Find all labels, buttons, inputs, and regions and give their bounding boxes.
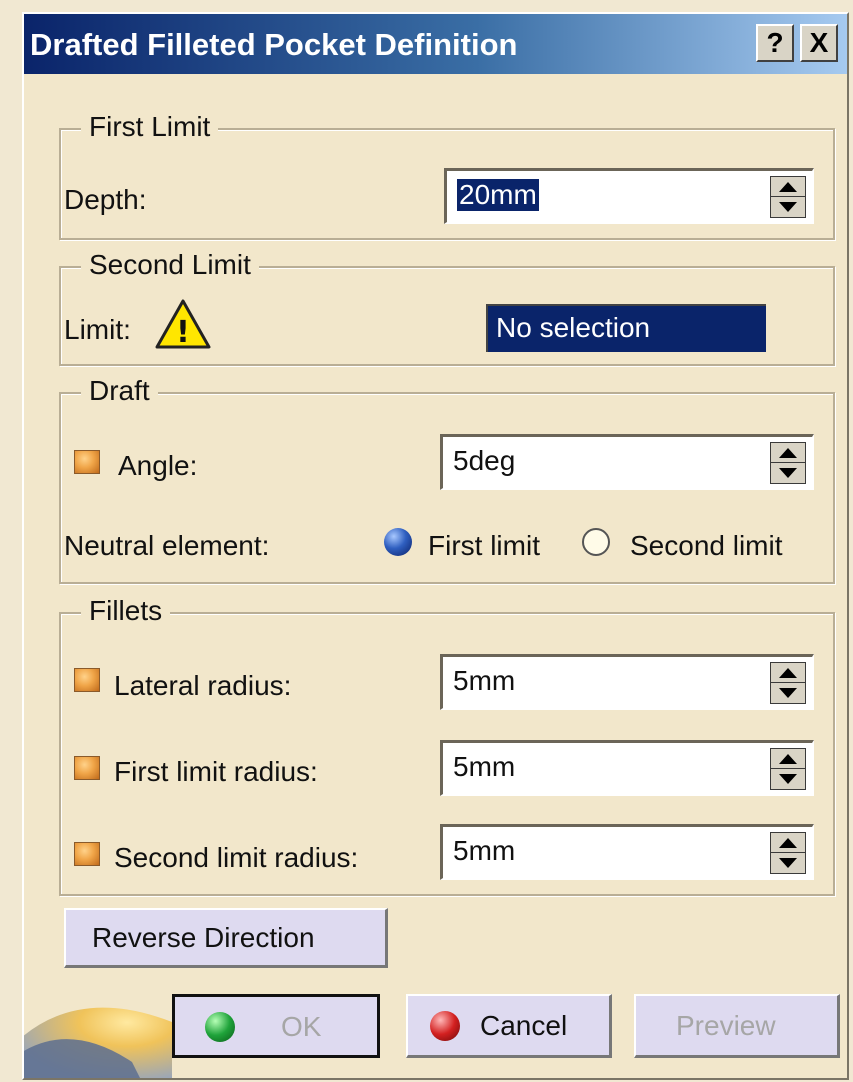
depth-spinner[interactable] [770,176,806,218]
lateral-radius-checkbox-icon[interactable] [74,668,100,692]
first-limit-legend: First Limit [81,110,219,144]
second-limit-radius-label: Second limit radius: [114,842,359,873]
draft-legend: Draft [81,374,158,408]
depth-value: 20mm [457,179,539,211]
spin-down-icon[interactable] [771,197,805,217]
first-limit-radius-label: First limit radius: [114,756,318,787]
limit-label: Limit: [64,314,131,345]
angle-field[interactable]: 5deg [440,434,814,490]
close-button[interactable]: X [800,24,838,62]
second-limit-radius-checkbox-icon[interactable] [74,842,100,866]
cancel-label: Cancel [480,1010,568,1041]
second-limit-radius-field[interactable]: 5mm [440,824,814,880]
angle-spinner[interactable] [770,442,806,484]
catia-logo-icon [24,1007,172,1078]
ok-label: OK [281,1011,322,1042]
green-ball-icon [205,1012,235,1042]
pocket-definition-dialog: Drafted Filleted Pocket Definition ? X F… [22,12,849,1080]
spin-up-icon[interactable] [771,749,805,769]
second-limit-legend: Second Limit [81,248,259,282]
dialog-title: Drafted Filleted Pocket Definition [30,27,518,62]
first-limit-radius-value: 5mm [453,751,516,782]
spin-down-icon[interactable] [771,463,805,483]
reverse-direction-label: Reverse Direction [92,922,315,953]
second-limit-radius-value: 5mm [453,835,516,866]
red-ball-icon [430,1011,460,1041]
limit-selection-value: No selection [496,312,651,343]
first-limit-radio-icon[interactable] [384,528,412,556]
angle-label: Angle: [118,450,198,481]
spin-down-icon[interactable] [771,853,805,873]
warning-glyph: ! [176,315,190,350]
first-limit-radius-field[interactable]: 5mm [440,740,814,796]
angle-value: 5deg [453,445,516,476]
fillets-legend: Fillets [81,594,171,628]
second-limit-radius-spinner[interactable] [770,832,806,874]
second-limit-option[interactable]: Second limit [630,530,783,562]
help-button[interactable]: ? [756,24,794,62]
spin-up-icon[interactable] [771,663,805,683]
first-limit-radius-spinner[interactable] [770,748,806,790]
spin-up-icon[interactable] [771,833,805,853]
second-limit-radio-icon[interactable] [582,528,610,556]
preview-button[interactable]: Preview [634,994,840,1058]
spin-down-icon[interactable] [771,769,805,789]
spin-up-icon[interactable] [771,443,805,463]
ok-button[interactable]: OK [172,994,380,1058]
title-bar[interactable]: Drafted Filleted Pocket Definition ? X [24,14,847,74]
depth-label: Depth: [64,184,147,215]
warning-icon: ! [155,299,211,350]
first-limit-option[interactable]: First limit [428,530,540,562]
first-limit-radius-checkbox-icon[interactable] [74,756,100,780]
cancel-button[interactable]: Cancel [406,994,612,1058]
angle-checkbox-icon[interactable] [74,450,100,474]
reverse-direction-button[interactable]: Reverse Direction [64,908,388,968]
preview-label: Preview [676,1010,776,1041]
neutral-element-label: Neutral element: [64,530,270,561]
lateral-radius-field[interactable]: 5mm [440,654,814,710]
lateral-radius-spinner[interactable] [770,662,806,704]
spin-up-icon[interactable] [771,177,805,197]
spin-down-icon[interactable] [771,683,805,703]
depth-field[interactable]: 20mm [444,168,814,224]
limit-selection-field[interactable]: No selection [486,304,766,352]
lateral-radius-label: Lateral radius: [114,670,292,701]
lateral-radius-value: 5mm [453,665,516,696]
